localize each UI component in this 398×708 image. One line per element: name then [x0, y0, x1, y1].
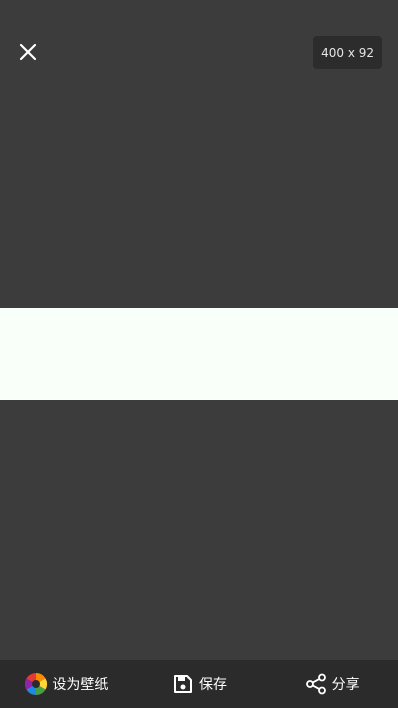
close-icon	[19, 43, 37, 61]
share-button[interactable]: 分享	[265, 660, 398, 708]
save-icon	[171, 672, 195, 696]
save-label: 保存	[199, 677, 227, 693]
set-wallpaper-button[interactable]: 设为壁纸	[0, 660, 133, 708]
preview-image	[0, 308, 398, 400]
image-dimensions-label: 400 x 92	[321, 45, 374, 60]
color-wheel-icon	[24, 672, 48, 696]
image-preview-screen: 400 x 92 设为壁纸 保存 分享	[0, 0, 398, 708]
share-label: 分享	[331, 677, 360, 693]
set-wallpaper-label: 设为壁纸	[52, 677, 109, 693]
save-button[interactable]: 保存	[133, 660, 266, 708]
bottom-action-bar: 设为壁纸 保存 分享	[0, 660, 398, 708]
close-button[interactable]	[12, 36, 44, 68]
image-dimensions-badge: 400 x 92	[313, 36, 382, 69]
share-icon	[304, 672, 328, 696]
